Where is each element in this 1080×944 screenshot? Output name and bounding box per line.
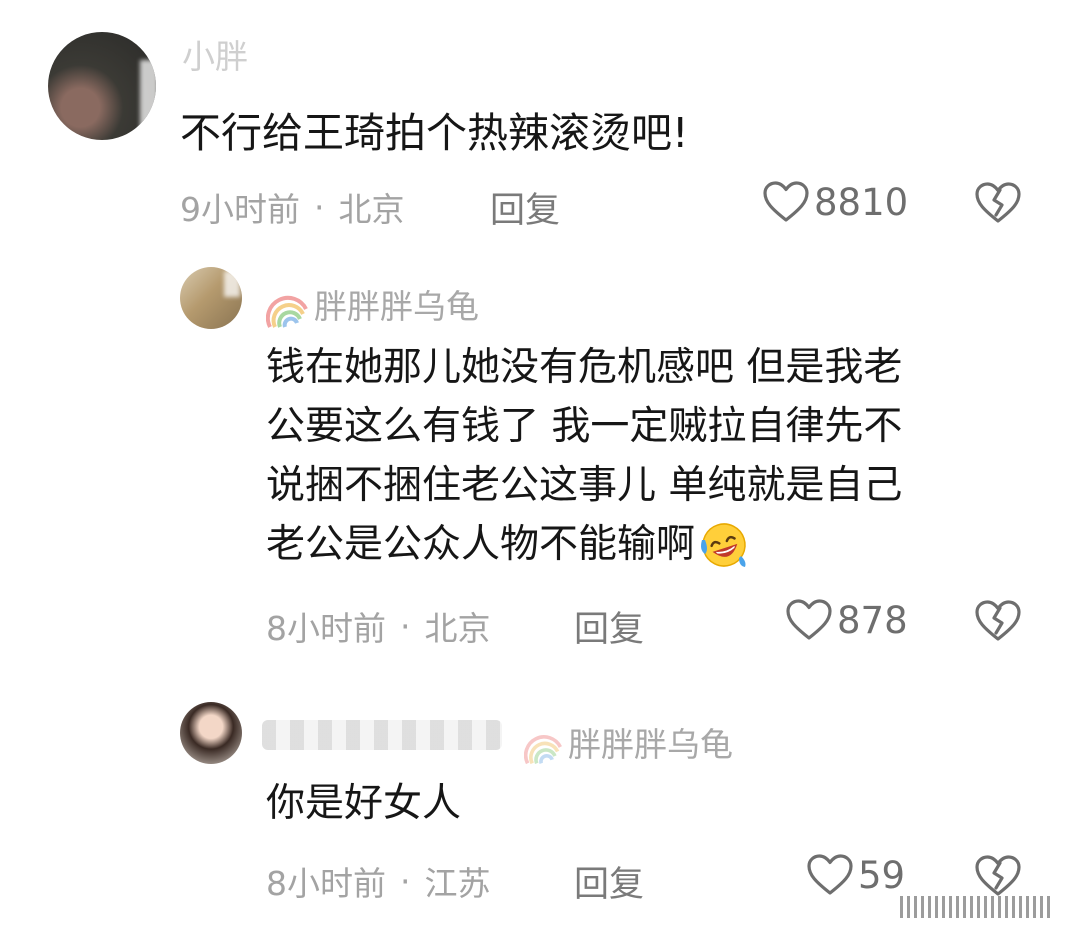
comment-time: 8小时前 (266, 609, 386, 648)
watermark (900, 896, 1050, 918)
username-blurred[interactable] (262, 720, 502, 750)
avatar[interactable] (180, 267, 242, 329)
dislike-button[interactable] (974, 599, 1022, 647)
comment-location: 北京 (338, 190, 405, 229)
comment-location: 江苏 (424, 864, 491, 903)
like-button[interactable]: 878 (785, 598, 908, 642)
rainbow-icon (524, 734, 562, 764)
comment-text: 你是好女人 (266, 781, 462, 826)
username-text: 胖胖胖乌龟 (314, 287, 479, 326)
meta-separator: · (400, 606, 411, 646)
comment-meta: 8小时前 · 江苏 (266, 857, 491, 905)
comment-text-line: 钱在她那儿她没有危机感吧 但是我老 (266, 345, 903, 390)
reply-button[interactable]: 回复 (490, 182, 560, 233)
like-button[interactable]: 59 (806, 853, 905, 897)
laughing-crying-emoji-icon (701, 522, 746, 567)
avatar[interactable] (48, 32, 156, 140)
dislike-button[interactable] (974, 181, 1022, 229)
comment-text-line: 老公是公众人物不能输啊 (266, 515, 902, 574)
meta-separator: · (400, 861, 411, 901)
comment-username[interactable]: 小胖 (182, 30, 248, 78)
comment-meta: 9小时前 · 北京 (180, 183, 405, 231)
meta-separator: · (314, 187, 325, 227)
comment-meta: 8小时前 · 北京 (266, 602, 491, 650)
comment-time: 8小时前 (266, 864, 386, 903)
like-button[interactable]: 8810 (762, 180, 908, 224)
comment-time: 9小时前 (180, 190, 300, 229)
reply-to-text: 胖胖胖乌龟 (568, 725, 733, 764)
avatar[interactable] (180, 702, 242, 764)
comment-location: 北京 (424, 609, 491, 648)
comment-text-last: 老公是公众人物不能输啊 (266, 522, 696, 567)
comment-text-line: 说捆不捆住老公这事儿 单纯就是自己 (266, 463, 903, 508)
comment-2: 胖胖胖乌龟 钱在她那儿她没有危机感吧 但是我老 公要这么有钱了 我一定贼拉自律先… (0, 240, 1080, 660)
broken-heart-icon (975, 600, 1021, 641)
comment-text: 钱在她那儿她没有危机感吧 但是我老 公要这么有钱了 我一定贼拉自律先不 说捆不捆… (266, 338, 902, 574)
dislike-button[interactable] (974, 854, 1022, 902)
broken-heart-icon (975, 182, 1021, 223)
like-count: 59 (858, 853, 906, 897)
reply-button[interactable]: 回复 (574, 856, 644, 907)
comment-text-line: 公要这么有钱了 我一定贼拉自律先不 (266, 404, 903, 449)
heart-icon (807, 854, 853, 895)
comment-1: 小胖 不行给王琦拍个热辣滚烫吧! 9小时前 · 北京 回复 8810 (0, 0, 1080, 240)
heart-icon (786, 599, 832, 640)
reply-button[interactable]: 回复 (574, 601, 644, 652)
comment-username[interactable]: 胖胖胖乌龟 (266, 280, 479, 329)
like-count: 8810 (814, 180, 909, 224)
heart-icon (763, 181, 809, 222)
comment-text: 不行给王琦拍个热辣滚烫吧! (180, 109, 689, 157)
like-count: 878 (837, 598, 908, 642)
broken-heart-icon (975, 855, 1021, 896)
reply-to-username[interactable]: 胖胖胖乌龟 (524, 718, 733, 766)
rainbow-icon (266, 295, 308, 328)
